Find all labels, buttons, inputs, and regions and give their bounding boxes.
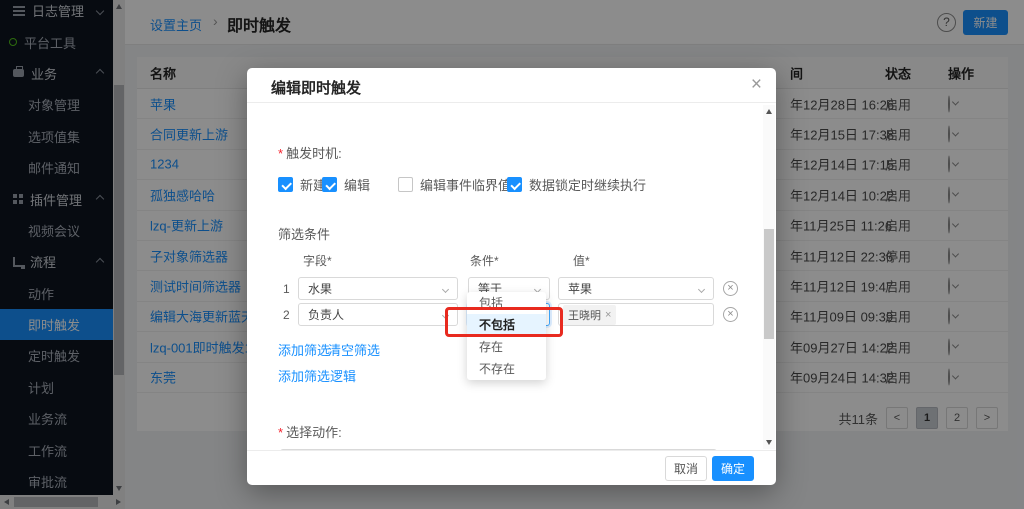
dropdown-option-not-include[interactable]: 不包括 (467, 314, 546, 336)
checkbox-edit[interactable]: 编辑 (322, 175, 370, 194)
filter-value-input-2[interactable]: 王晓明 × (558, 303, 714, 326)
modal-footer: 取消 确定 (247, 450, 776, 485)
tag-remove-icon[interactable]: × (605, 309, 611, 321)
condition-dropdown: 包括 不包括 存在 不存在 (467, 292, 546, 380)
filter-col-condition: 条件* (470, 252, 499, 269)
confirm-button[interactable]: 确定 (712, 456, 754, 481)
add-filter-link[interactable]: 添加筛选 (278, 340, 330, 359)
filter-value-select-1[interactable]: 苹果 (558, 277, 714, 300)
checkbox-continue-on-lock[interactable]: 数据锁定时继续执行 (507, 175, 646, 194)
modal-body: *触发时机: 新建 编辑 编辑事件临界值 数据锁定时继续执行 筛选条件 字段* … (247, 104, 763, 450)
filter-col-value: 值* (573, 252, 590, 269)
filter-row-index: 2 (283, 308, 290, 322)
filter-field-select-2[interactable]: 负责人 (298, 303, 458, 326)
trigger-timing-label: *触发时机: (278, 143, 342, 162)
chevron-down-icon (442, 286, 449, 293)
remove-filter-row-icon[interactable]: × (723, 307, 738, 322)
modal-header: 编辑即时触发 × (247, 68, 776, 103)
clear-filter-link[interactable]: 清空筛选 (328, 340, 380, 359)
close-icon[interactable]: × (751, 73, 762, 97)
modal-scrollbar[interactable] (763, 105, 775, 449)
filter-section-label: 筛选条件 (278, 224, 330, 243)
checkbox-checked-icon[interactable] (278, 177, 293, 192)
checkbox-checked-icon[interactable] (322, 177, 337, 192)
modal-title: 编辑即时触发 (271, 77, 361, 98)
scroll-up-icon[interactable] (766, 109, 772, 114)
filter-col-field: 字段* (303, 252, 332, 269)
checkbox-unchecked-icon[interactable] (398, 177, 413, 192)
edit-instant-trigger-modal: 编辑即时触发 × *触发时机: 新建 编辑 编辑事件临界值 数据锁定时继续执行 (247, 68, 776, 485)
scroll-down-icon[interactable] (766, 440, 772, 445)
remove-filter-row-icon[interactable]: × (723, 281, 738, 296)
checkbox-label: 编辑事件临界值 (420, 175, 511, 194)
filter-field-select-1[interactable]: 水果 (298, 277, 458, 300)
checkbox-checked-icon[interactable] (507, 177, 522, 192)
add-filter-logic-link[interactable]: 添加筛选逻辑 (278, 366, 356, 385)
scrollbar-thumb[interactable] (764, 229, 774, 339)
chevron-down-icon (698, 286, 705, 293)
value-tag: 王晓明 × (563, 305, 616, 325)
select-value: 水果 (308, 280, 332, 297)
dropdown-option-not-exists[interactable]: 不存在 (467, 358, 546, 380)
checkbox-edit-event-threshold[interactable]: 编辑事件临界值 (398, 175, 511, 194)
app-screen: 日志管理 平台工具 业务 对象管理 选项值集 邮件通知 (0, 0, 1024, 509)
chevron-down-icon (442, 312, 449, 319)
required-asterisk: * (278, 425, 283, 440)
tag-label: 王晓明 (568, 307, 601, 323)
cancel-button[interactable]: 取消 (665, 456, 707, 481)
select-action-label: *选择动作: (278, 422, 342, 441)
checkbox-label: 数据锁定时继续执行 (529, 175, 646, 194)
select-value: 负责人 (308, 306, 344, 323)
dropdown-option-include[interactable]: 包括 (467, 292, 546, 314)
select-value: 苹果 (568, 280, 592, 297)
checkbox-label: 编辑 (344, 175, 370, 194)
required-asterisk: * (278, 146, 283, 161)
checkbox-new[interactable]: 新建 (278, 175, 326, 194)
filter-row-index: 1 (283, 282, 290, 296)
dropdown-option-exists[interactable]: 存在 (467, 336, 546, 358)
